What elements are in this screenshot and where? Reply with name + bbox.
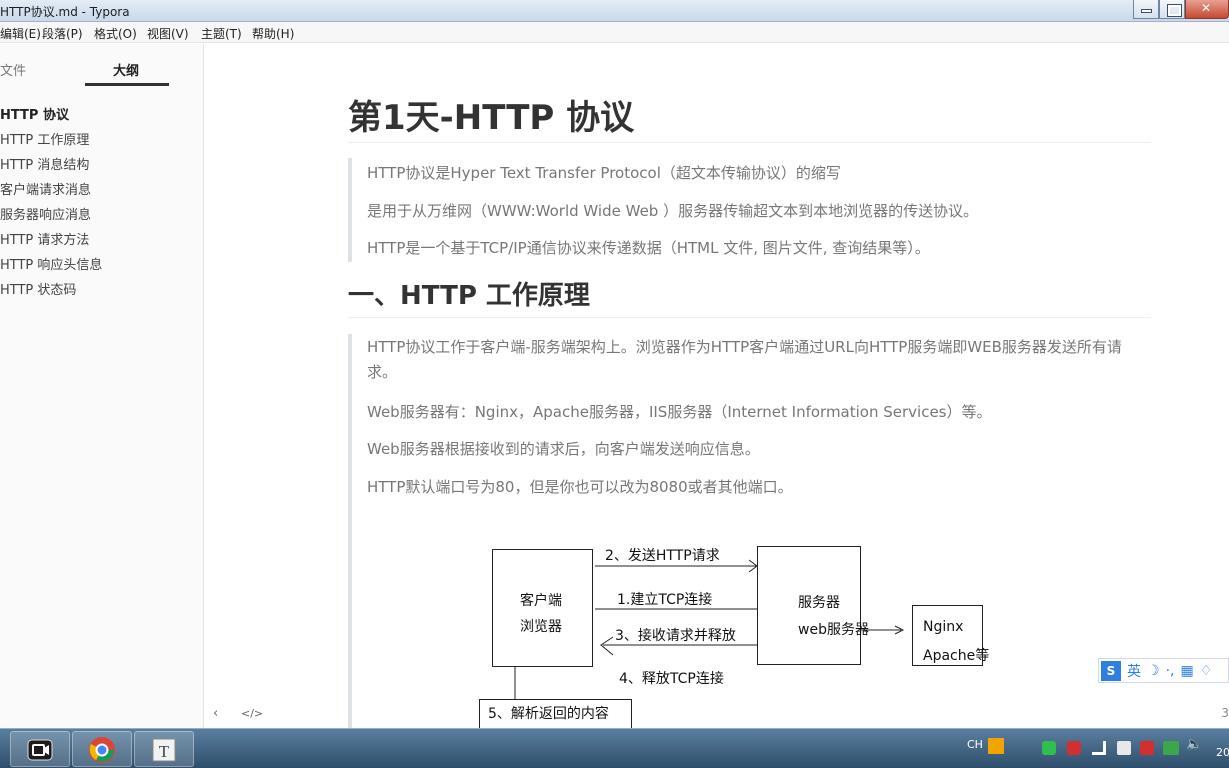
server-label: 服务器 xyxy=(798,595,840,611)
arrow-head xyxy=(600,636,614,656)
tray-app-icon[interactable] xyxy=(1042,741,1056,755)
menu-view[interactable]: 视图(V) xyxy=(147,25,189,42)
punct-icon[interactable]: ·, xyxy=(1166,663,1175,679)
network-icon[interactable] xyxy=(1092,741,1106,755)
taskbar: T CH 🔈 20 xyxy=(0,728,1229,768)
step-label: 2、发送HTTP请求 xyxy=(605,548,720,564)
nginx-label: Apache等 xyxy=(923,648,990,664)
ime-mode[interactable]: 英 xyxy=(1127,661,1141,681)
language-indicator[interactable]: CH xyxy=(967,738,983,751)
tab-outline[interactable]: 大纲 xyxy=(113,60,139,79)
volume-icon[interactable]: 🔈 xyxy=(1186,737,1202,752)
editor[interactable]: 第1天-HTTP 协议 HTTP协议是Hyper Text Transfer P… xyxy=(205,44,1229,728)
step-label: 4、释放TCP连接 xyxy=(619,671,724,687)
tray-alert-icon[interactable] xyxy=(1140,741,1154,755)
outline-item[interactable]: 客户端请求消息 xyxy=(0,179,91,198)
outline-item[interactable]: HTTP 协议 xyxy=(0,104,69,123)
svg-text:T: T xyxy=(159,742,170,761)
outline-item[interactable]: HTTP 消息结构 xyxy=(0,154,89,173)
sidebar: 文件 大纲 HTTP 协议 HTTP 工作原理 HTTP 消息结构 客户端请求消… xyxy=(0,44,217,728)
tray-security-icon[interactable] xyxy=(1163,741,1179,755)
outline-item[interactable]: 服务器响应消息 xyxy=(0,204,91,223)
menu-help[interactable]: 帮助(H) xyxy=(252,25,294,42)
title-bar: HTTP协议.md - Typora xyxy=(0,0,1229,22)
menu-paragraph[interactable]: 段落(P) xyxy=(42,25,83,42)
clock[interactable]: 20 xyxy=(1216,746,1229,759)
chrome-icon xyxy=(89,737,115,763)
source-code-icon[interactable]: </> xyxy=(241,707,263,720)
client-label: 客户端 xyxy=(520,593,562,609)
outline-item[interactable]: HTTP 响应头信息 xyxy=(0,254,102,273)
prev-icon[interactable]: ‹ xyxy=(213,706,218,721)
keyboard-icon[interactable]: ▦ xyxy=(1180,663,1193,679)
outline-item[interactable]: HTTP 请求方法 xyxy=(0,229,89,248)
minimize-button[interactable] xyxy=(1133,0,1159,19)
menu-bar: 编辑(E) 段落(P) 格式(O) 视图(V) 主题(T) 帮助(H) xyxy=(0,22,1229,43)
step-label: 5、解析返回的内容 xyxy=(488,706,609,722)
maximize-button[interactable] xyxy=(1159,0,1185,19)
step-label: 1.建立TCP连接 xyxy=(617,592,713,608)
outline-item[interactable]: HTTP 状态码 xyxy=(0,279,76,298)
taskbar-typora[interactable]: T xyxy=(134,731,194,767)
menu-format[interactable]: 格式(O) xyxy=(94,25,137,42)
ime-logo-icon[interactable]: S xyxy=(1101,660,1121,681)
ime-toolbar: S 英 ☽ ·, ▦ ♢ xyxy=(1098,658,1229,683)
tray-record-icon[interactable] xyxy=(1067,741,1081,755)
outline-item[interactable]: HTTP 工作原理 xyxy=(0,129,89,148)
window-controls xyxy=(1133,0,1229,19)
active-tab-indicator xyxy=(85,83,169,86)
moon-icon[interactable]: ☽ xyxy=(1147,663,1160,679)
menu-edit[interactable]: 编辑(E) xyxy=(0,25,41,42)
step-label: 3、接收请求并释放 xyxy=(615,628,736,644)
menu-theme[interactable]: 主题(T) xyxy=(201,25,242,42)
shirt-icon[interactable]: ♢ xyxy=(1200,663,1213,679)
taskbar-chrome[interactable] xyxy=(72,731,132,767)
typora-icon: T xyxy=(152,738,176,762)
tray-misc-icon[interactable] xyxy=(1117,741,1131,755)
nginx-label: Nginx xyxy=(923,619,964,635)
window-title: HTTP协议.md - Typora xyxy=(0,5,130,19)
server-label: web服务器 xyxy=(798,622,869,638)
camera-icon xyxy=(27,739,53,761)
close-button[interactable] xyxy=(1185,0,1229,19)
tab-files[interactable]: 文件 xyxy=(0,60,26,79)
word-count[interactable]: 3 xyxy=(1221,706,1229,720)
bing-icon[interactable] xyxy=(988,738,1004,754)
client-label: 浏览器 xyxy=(520,619,562,635)
taskbar-camera-app[interactable] xyxy=(10,731,70,767)
